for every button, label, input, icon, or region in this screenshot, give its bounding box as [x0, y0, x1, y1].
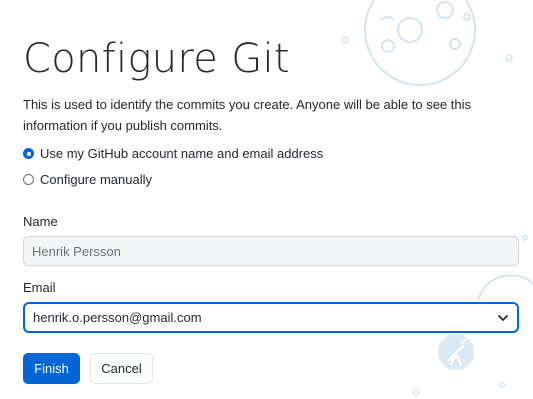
page-title: Configure Git	[23, 36, 290, 82]
name-label: Name	[23, 214, 58, 229]
page-description: This is used to identify the commits you…	[23, 97, 472, 133]
email-label: Email	[23, 280, 56, 295]
finish-button[interactable]: Finish	[23, 353, 80, 384]
name-input[interactable]	[23, 236, 519, 266]
radio-label: Use my GitHub account name and email add…	[40, 146, 324, 161]
telescope-icon	[438, 334, 474, 370]
radio-button-unchecked[interactable]	[23, 174, 34, 185]
email-select-value: henrik.o.persson@gmail.com	[33, 310, 202, 325]
radio-use-github-account[interactable]: Use my GitHub account name and email add…	[23, 146, 323, 161]
chevron-down-icon	[497, 312, 509, 324]
email-select[interactable]: henrik.o.persson@gmail.com	[23, 302, 519, 333]
moon-illustration	[364, 0, 476, 86]
radio-button-checked[interactable]	[23, 148, 34, 159]
cancel-button[interactable]: Cancel	[90, 353, 153, 384]
radio-label: Configure manually	[40, 172, 153, 187]
radio-configure-manually[interactable]: Configure manually	[23, 172, 152, 187]
